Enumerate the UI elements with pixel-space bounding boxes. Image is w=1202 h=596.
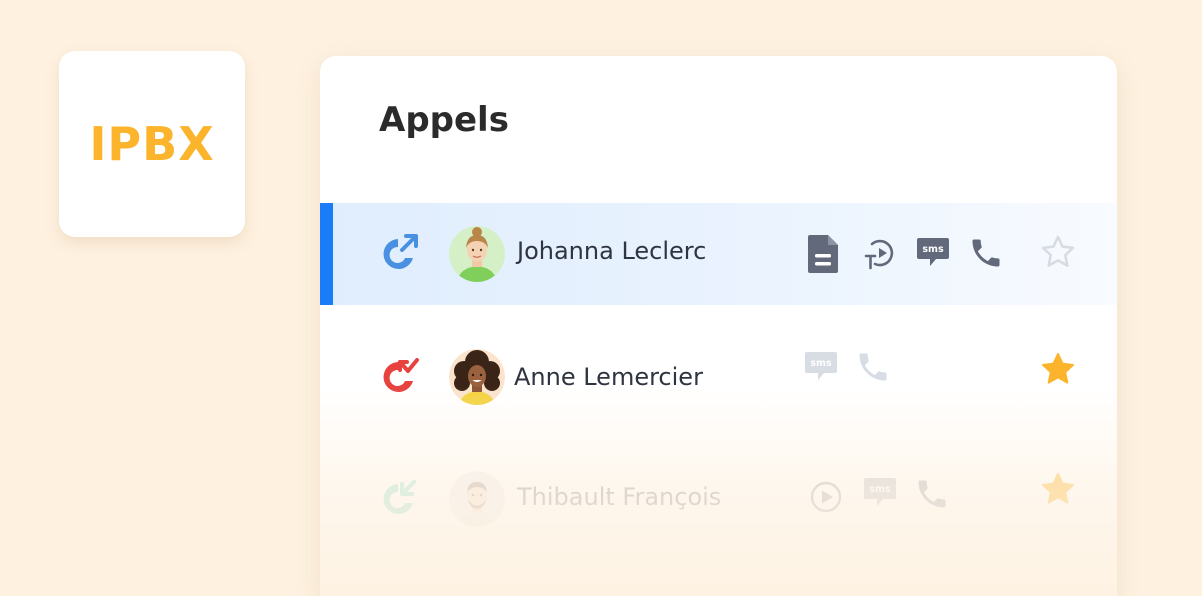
outgoing-call-icon <box>383 234 418 269</box>
call-row-thibault-francois[interactable]: Thibault François sms <box>320 448 1117 550</box>
sms-icon[interactable]: sms <box>916 236 950 268</box>
calls-panel: Appels Johanna Leclerc sms Anne Lemercie… <box>320 56 1117 596</box>
sms-icon[interactable]: sms <box>863 476 897 508</box>
sms-icon[interactable]: sms <box>804 350 838 382</box>
contact-name: Johanna Leclerc <box>517 237 707 265</box>
star-filled-icon[interactable] <box>1039 350 1077 388</box>
missed-call-icon <box>383 358 419 392</box>
contact-name: Thibault François <box>517 483 722 511</box>
svg-text:sms: sms <box>922 244 944 255</box>
phone-icon[interactable] <box>914 475 950 513</box>
contact-name: Anne Lemercier <box>514 363 703 391</box>
star-outline-icon[interactable] <box>1039 233 1077 271</box>
phone-icon[interactable] <box>968 234 1004 272</box>
call-row-johanna-leclerc[interactable]: Johanna Leclerc sms <box>320 203 1117 305</box>
page-title: Appels <box>379 100 509 140</box>
avatar-anne-lemercier <box>449 349 505 405</box>
play-icon[interactable] <box>809 480 843 514</box>
svg-text:sms: sms <box>810 358 832 369</box>
phone-icon[interactable] <box>855 348 891 386</box>
call-row-anne-lemercier[interactable]: Anne Lemercier sms <box>320 326 1117 428</box>
ipbx-logo-card: IPBX <box>59 51 245 237</box>
transcribe-play-icon[interactable] <box>863 236 897 270</box>
document-icon[interactable] <box>806 234 840 274</box>
avatar-thibault-francois <box>449 471 505 527</box>
selected-indicator <box>320 203 333 305</box>
star-filled-icon[interactable] <box>1039 470 1077 508</box>
svg-text:sms: sms <box>869 484 891 495</box>
incoming-call-icon <box>383 480 416 514</box>
avatar-johanna-leclerc <box>449 226 505 282</box>
ipbx-logo-text: IPBX <box>89 117 215 171</box>
